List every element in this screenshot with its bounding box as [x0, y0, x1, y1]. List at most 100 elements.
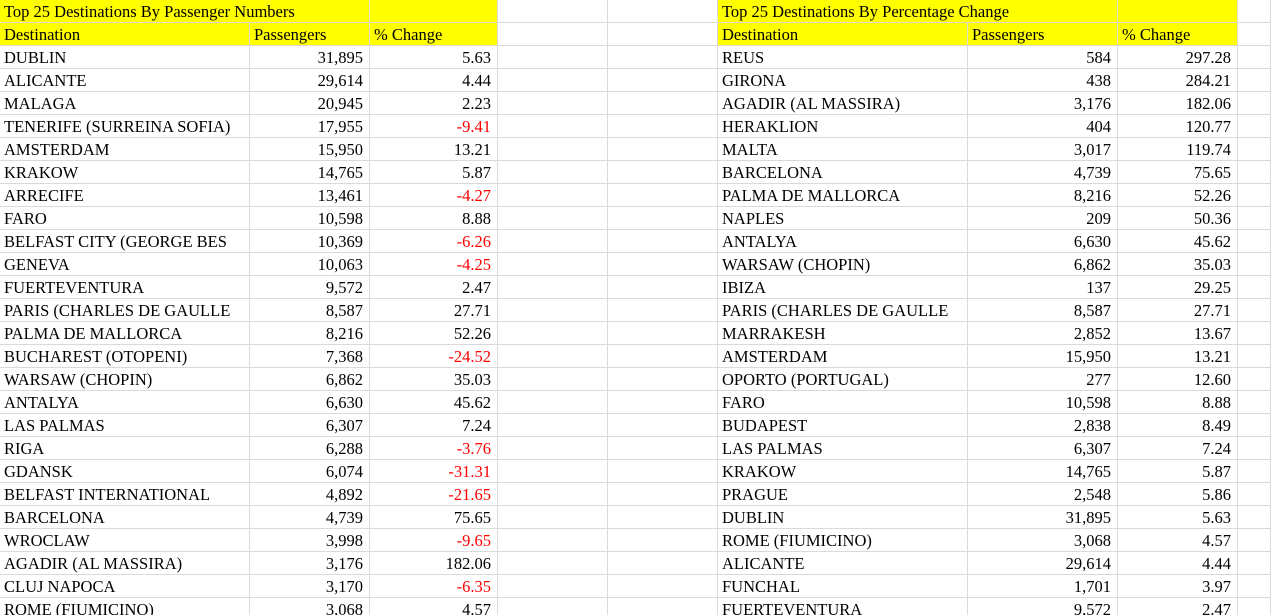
left-table-title[interactable]: Top 25 Destinations By Passenger Numbers	[0, 0, 295, 23]
right-passengers-cell[interactable]: 31,895	[968, 506, 1118, 529]
empty-cell[interactable]	[498, 23, 608, 46]
empty-cell[interactable]	[1238, 437, 1271, 460]
left-passengers-cell[interactable]: 6,862	[250, 368, 370, 391]
left-destination-cell[interactable]: FUERTEVENTURA	[0, 276, 250, 299]
left-change-cell[interactable]: 2.47	[370, 276, 498, 299]
left-passengers-cell[interactable]: 10,063	[250, 253, 370, 276]
right-change-cell[interactable]: 8.49	[1118, 414, 1238, 437]
empty-cell[interactable]	[498, 161, 608, 184]
left-change-cell[interactable]: 5.87	[370, 161, 498, 184]
empty-cell[interactable]	[1238, 184, 1271, 207]
right-destination-cell[interactable]: KRAKOW	[718, 460, 968, 483]
empty-cell[interactable]	[608, 115, 718, 138]
right-change-cell[interactable]: 29.25	[1118, 276, 1238, 299]
left-destination-cell[interactable]: WROCLAW	[0, 529, 250, 552]
empty-cell[interactable]	[608, 184, 718, 207]
right-passengers-cell[interactable]: 3,176	[968, 92, 1118, 115]
right-destination-cell[interactable]: ROME (FIUMICINO)	[718, 529, 968, 552]
left-change-cell[interactable]: -9.65	[370, 529, 498, 552]
left-destination-cell[interactable]: BELFAST INTERNATIONAL	[0, 483, 250, 506]
empty-cell[interactable]	[608, 460, 718, 483]
left-change-cell[interactable]: -4.25	[370, 253, 498, 276]
right-change-cell[interactable]: 45.62	[1118, 230, 1238, 253]
empty-cell[interactable]	[1238, 92, 1271, 115]
empty-cell[interactable]	[498, 506, 608, 529]
right-passengers-cell[interactable]: 9,572	[968, 598, 1118, 615]
empty-cell[interactable]	[1238, 575, 1271, 598]
right-passengers-cell[interactable]: 15,950	[968, 345, 1118, 368]
right-destination-cell[interactable]: PARIS (CHARLES DE GAULLE	[718, 299, 968, 322]
left-destination-cell[interactable]: BARCELONA	[0, 506, 250, 529]
right-passengers-cell[interactable]: 2,852	[968, 322, 1118, 345]
empty-cell[interactable]	[1238, 506, 1271, 529]
left-passengers-cell[interactable]: 9,572	[250, 276, 370, 299]
empty-cell[interactable]	[1238, 552, 1271, 575]
right-passengers-cell[interactable]: 438	[968, 69, 1118, 92]
empty-cell[interactable]	[1238, 207, 1271, 230]
left-change-cell[interactable]: 75.65	[370, 506, 498, 529]
empty-cell[interactable]	[608, 368, 718, 391]
right-header-change[interactable]: % Change	[1118, 23, 1238, 46]
empty-cell[interactable]	[1238, 69, 1271, 92]
right-change-cell[interactable]: 119.74	[1118, 138, 1238, 161]
left-change-cell[interactable]: 2.23	[370, 92, 498, 115]
empty-cell[interactable]	[498, 230, 608, 253]
left-destination-cell[interactable]: DUBLIN	[0, 46, 250, 69]
right-change-cell[interactable]: 8.88	[1118, 391, 1238, 414]
left-passengers-cell[interactable]: 3,176	[250, 552, 370, 575]
right-change-cell[interactable]: 297.28	[1118, 46, 1238, 69]
left-destination-cell[interactable]: BUCHAREST (OTOPENI)	[0, 345, 250, 368]
empty-cell[interactable]	[608, 483, 718, 506]
right-destination-cell[interactable]: MALTA	[718, 138, 968, 161]
empty-cell[interactable]	[1238, 299, 1271, 322]
right-header-passengers[interactable]: Passengers	[968, 23, 1118, 46]
empty-cell[interactable]	[498, 253, 608, 276]
empty-cell[interactable]	[1238, 414, 1271, 437]
right-passengers-cell[interactable]: 8,216	[968, 184, 1118, 207]
empty-cell[interactable]	[1238, 138, 1271, 161]
left-passengers-cell[interactable]: 10,369	[250, 230, 370, 253]
left-destination-cell[interactable]: LAS PALMAS	[0, 414, 250, 437]
right-destination-cell[interactable]: REUS	[718, 46, 968, 69]
empty-cell[interactable]	[1238, 368, 1271, 391]
empty-cell[interactable]	[1238, 483, 1271, 506]
empty-cell[interactable]	[608, 437, 718, 460]
left-destination-cell[interactable]: FARO	[0, 207, 250, 230]
empty-cell[interactable]	[498, 138, 608, 161]
right-change-cell[interactable]: 4.57	[1118, 529, 1238, 552]
empty-cell[interactable]	[608, 46, 718, 69]
empty-cell[interactable]	[1238, 0, 1271, 23]
empty-cell[interactable]	[498, 115, 608, 138]
empty-cell[interactable]	[1238, 161, 1271, 184]
right-change-cell[interactable]: 182.06	[1118, 92, 1238, 115]
left-change-cell[interactable]: 8.88	[370, 207, 498, 230]
left-passengers-cell[interactable]: 4,739	[250, 506, 370, 529]
left-header-destination[interactable]: Destination	[0, 23, 250, 46]
empty-cell[interactable]	[608, 345, 718, 368]
left-passengers-cell[interactable]: 29,614	[250, 69, 370, 92]
left-destination-cell[interactable]: GDANSK	[0, 460, 250, 483]
left-destination-cell[interactable]: GENEVA	[0, 253, 250, 276]
right-change-cell[interactable]: 12.60	[1118, 368, 1238, 391]
left-change-cell[interactable]: 45.62	[370, 391, 498, 414]
left-passengers-cell[interactable]: 3,068	[250, 598, 370, 615]
right-passengers-cell[interactable]: 584	[968, 46, 1118, 69]
left-passengers-cell[interactable]: 3,170	[250, 575, 370, 598]
right-passengers-cell[interactable]: 4,739	[968, 161, 1118, 184]
left-change-cell[interactable]: 4.44	[370, 69, 498, 92]
left-change-cell[interactable]: -9.41	[370, 115, 498, 138]
right-change-cell[interactable]: 3.97	[1118, 575, 1238, 598]
right-destination-cell[interactable]: BARCELONA	[718, 161, 968, 184]
right-change-cell[interactable]: 50.36	[1118, 207, 1238, 230]
left-passengers-cell[interactable]: 31,895	[250, 46, 370, 69]
empty-cell[interactable]	[498, 460, 608, 483]
empty-cell[interactable]	[608, 207, 718, 230]
right-destination-cell[interactable]: IBIZA	[718, 276, 968, 299]
right-destination-cell[interactable]: ANTALYA	[718, 230, 968, 253]
right-change-cell[interactable]: 120.77	[1118, 115, 1238, 138]
right-passengers-cell[interactable]: 2,838	[968, 414, 1118, 437]
right-passengers-cell[interactable]: 10,598	[968, 391, 1118, 414]
right-change-cell[interactable]: 35.03	[1118, 253, 1238, 276]
left-change-cell[interactable]: -6.26	[370, 230, 498, 253]
empty-cell[interactable]	[498, 391, 608, 414]
